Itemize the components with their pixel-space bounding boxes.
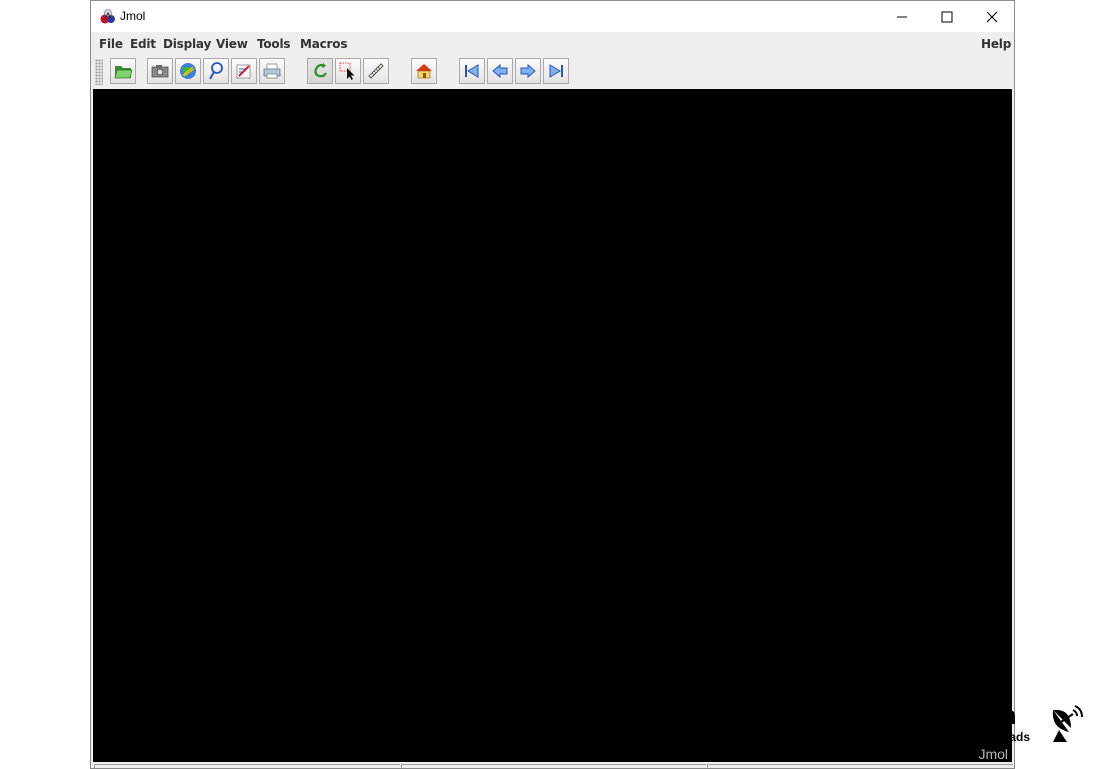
status-segment-right [707, 764, 1013, 768]
home-icon [416, 64, 432, 79]
close-icon [986, 11, 998, 22]
script-button[interactable] [203, 58, 229, 84]
edit-icon [236, 64, 251, 79]
menu-view[interactable]: View [216, 37, 248, 51]
first-frame-icon [465, 64, 479, 78]
minimize-icon [897, 16, 907, 17]
maximize-icon [941, 11, 953, 22]
watermark-text: om [980, 702, 1016, 730]
status-bar [91, 762, 1014, 768]
first-frame-button[interactable] [459, 58, 485, 84]
ruler-icon [368, 63, 384, 79]
export-button[interactable] [231, 58, 257, 84]
next-frame-icon [520, 63, 536, 79]
satellite-dish-icon [1052, 705, 1083, 742]
last-frame-icon [549, 64, 563, 78]
window-title: Jmol [120, 9, 146, 23]
last-frame-button[interactable] [543, 58, 569, 84]
next-frame-button[interactable] [515, 58, 541, 84]
jmol-app-icon [100, 9, 115, 24]
rotate-button[interactable] [307, 58, 333, 84]
previous-frame-button[interactable] [487, 58, 513, 84]
molecule-viewer-canvas[interactable]: Jmol [93, 89, 1012, 764]
toolbar-grip[interactable] [95, 59, 103, 85]
menu-macros[interactable]: Macros [300, 37, 347, 51]
status-segment-left [94, 764, 400, 768]
menu-bar: File Edit Display View Tools Macros Help [91, 32, 1014, 56]
menu-tools[interactable]: Tools [257, 37, 291, 51]
watermark-subtext: oads [1002, 730, 1031, 744]
watermark-logo: om oads [980, 700, 1090, 750]
magnifier-icon [209, 62, 223, 80]
pick-button[interactable] [335, 58, 361, 84]
maximize-button[interactable] [924, 1, 970, 32]
home-button[interactable] [411, 58, 437, 84]
open-url-button[interactable] [175, 58, 201, 84]
status-segment-middle [401, 764, 706, 768]
close-button[interactable] [969, 1, 1014, 32]
jmol-window: Jmol File Edit Display View Tools Macros… [90, 0, 1015, 769]
menu-edit[interactable]: Edit [130, 37, 156, 51]
menu-help[interactable]: Help [981, 37, 1011, 51]
printer-icon [263, 63, 281, 79]
menu-file[interactable]: File [99, 37, 123, 51]
screenshot-button[interactable] [147, 58, 173, 84]
rotate-icon [314, 63, 327, 78]
title-bar[interactable]: Jmol [91, 1, 1014, 32]
open-folder-button[interactable] [110, 58, 136, 84]
print-button[interactable] [259, 58, 285, 84]
toolbar [91, 56, 1014, 88]
minimize-button[interactable] [879, 1, 925, 32]
menu-display[interactable]: Display [163, 37, 211, 51]
camera-icon [151, 65, 169, 78]
select-arrow-icon [339, 62, 355, 80]
globe-icon [180, 63, 196, 79]
measure-button[interactable] [363, 58, 389, 84]
previous-frame-icon [492, 63, 508, 79]
folder-open-icon [114, 66, 133, 79]
